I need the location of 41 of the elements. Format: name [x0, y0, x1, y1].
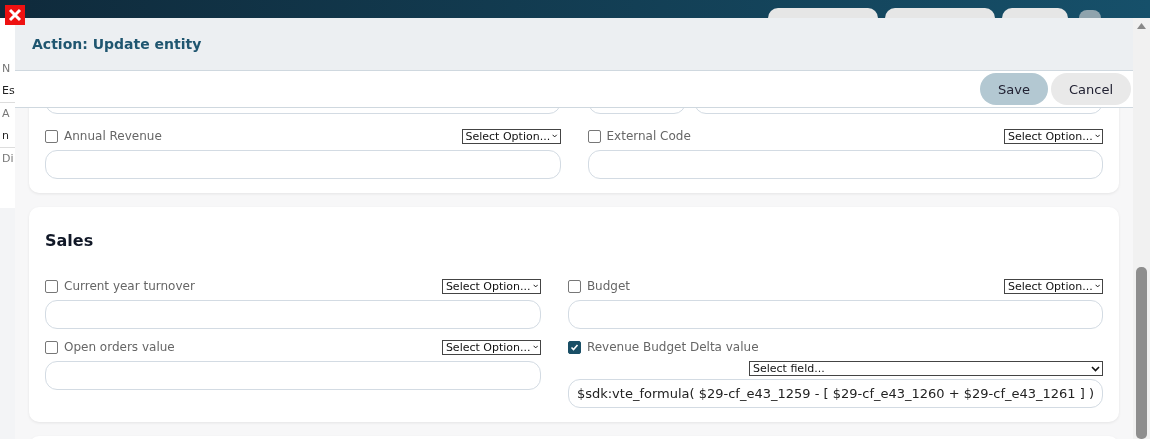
checkbox[interactable] [45, 129, 58, 143]
option-select[interactable]: Select Option... [1004, 128, 1103, 144]
option-select[interactable]: Select Option... [441, 339, 541, 355]
field-label: Open orders value [64, 340, 176, 354]
background-label: Di [1, 151, 15, 167]
save-button[interactable]: Save [980, 73, 1048, 105]
checkbox[interactable] [567, 340, 581, 354]
close-icon[interactable] [5, 5, 25, 25]
field-label: Budget [586, 279, 632, 293]
input-field[interactable] [587, 150, 1103, 179]
checkbox[interactable] [567, 279, 581, 293]
input-field[interactable] [45, 361, 541, 390]
section-title: Sales [45, 231, 95, 250]
field-label: External Code [606, 129, 692, 143]
input-field[interactable] [45, 150, 561, 179]
caret-icon [1094, 283, 1100, 289]
input-field[interactable] [567, 300, 1103, 329]
check-icon [569, 342, 579, 352]
cancel-button[interactable]: Cancel [1050, 73, 1131, 105]
checkbox[interactable] [587, 129, 601, 143]
caret-icon [532, 344, 538, 350]
option-select[interactable]: Select Option... [461, 128, 561, 144]
background-label: N [1, 61, 12, 77]
field-label: Revenue Budget Delta value [586, 340, 760, 354]
field-select[interactable]: Select field... [749, 361, 1103, 376]
caret-icon [552, 133, 558, 139]
dialog-title: Action: Update entity [32, 36, 202, 52]
option-select[interactable]: Select Option... [1004, 278, 1103, 294]
background-label: A [1, 106, 11, 122]
scroll-up-icon[interactable] [1137, 23, 1146, 29]
option-select[interactable]: Select Option... [441, 278, 541, 294]
caret-icon [1091, 365, 1100, 372]
field-label: Current year turnover [64, 279, 196, 293]
caret-icon [1094, 133, 1100, 139]
input-field[interactable]: $sdk:vte_formula( $29-cf_e43_1259 - [ $29-cf_e43_1260 + $29-cf_e43_1261 ] ) [567, 379, 1103, 408]
checkbox[interactable] [45, 340, 58, 354]
input-field[interactable] [45, 300, 541, 329]
checkbox[interactable] [45, 279, 58, 293]
scrollbar[interactable] [1133, 18, 1150, 439]
caret-icon [532, 283, 538, 289]
field-label: Annual Revenue [64, 129, 163, 143]
